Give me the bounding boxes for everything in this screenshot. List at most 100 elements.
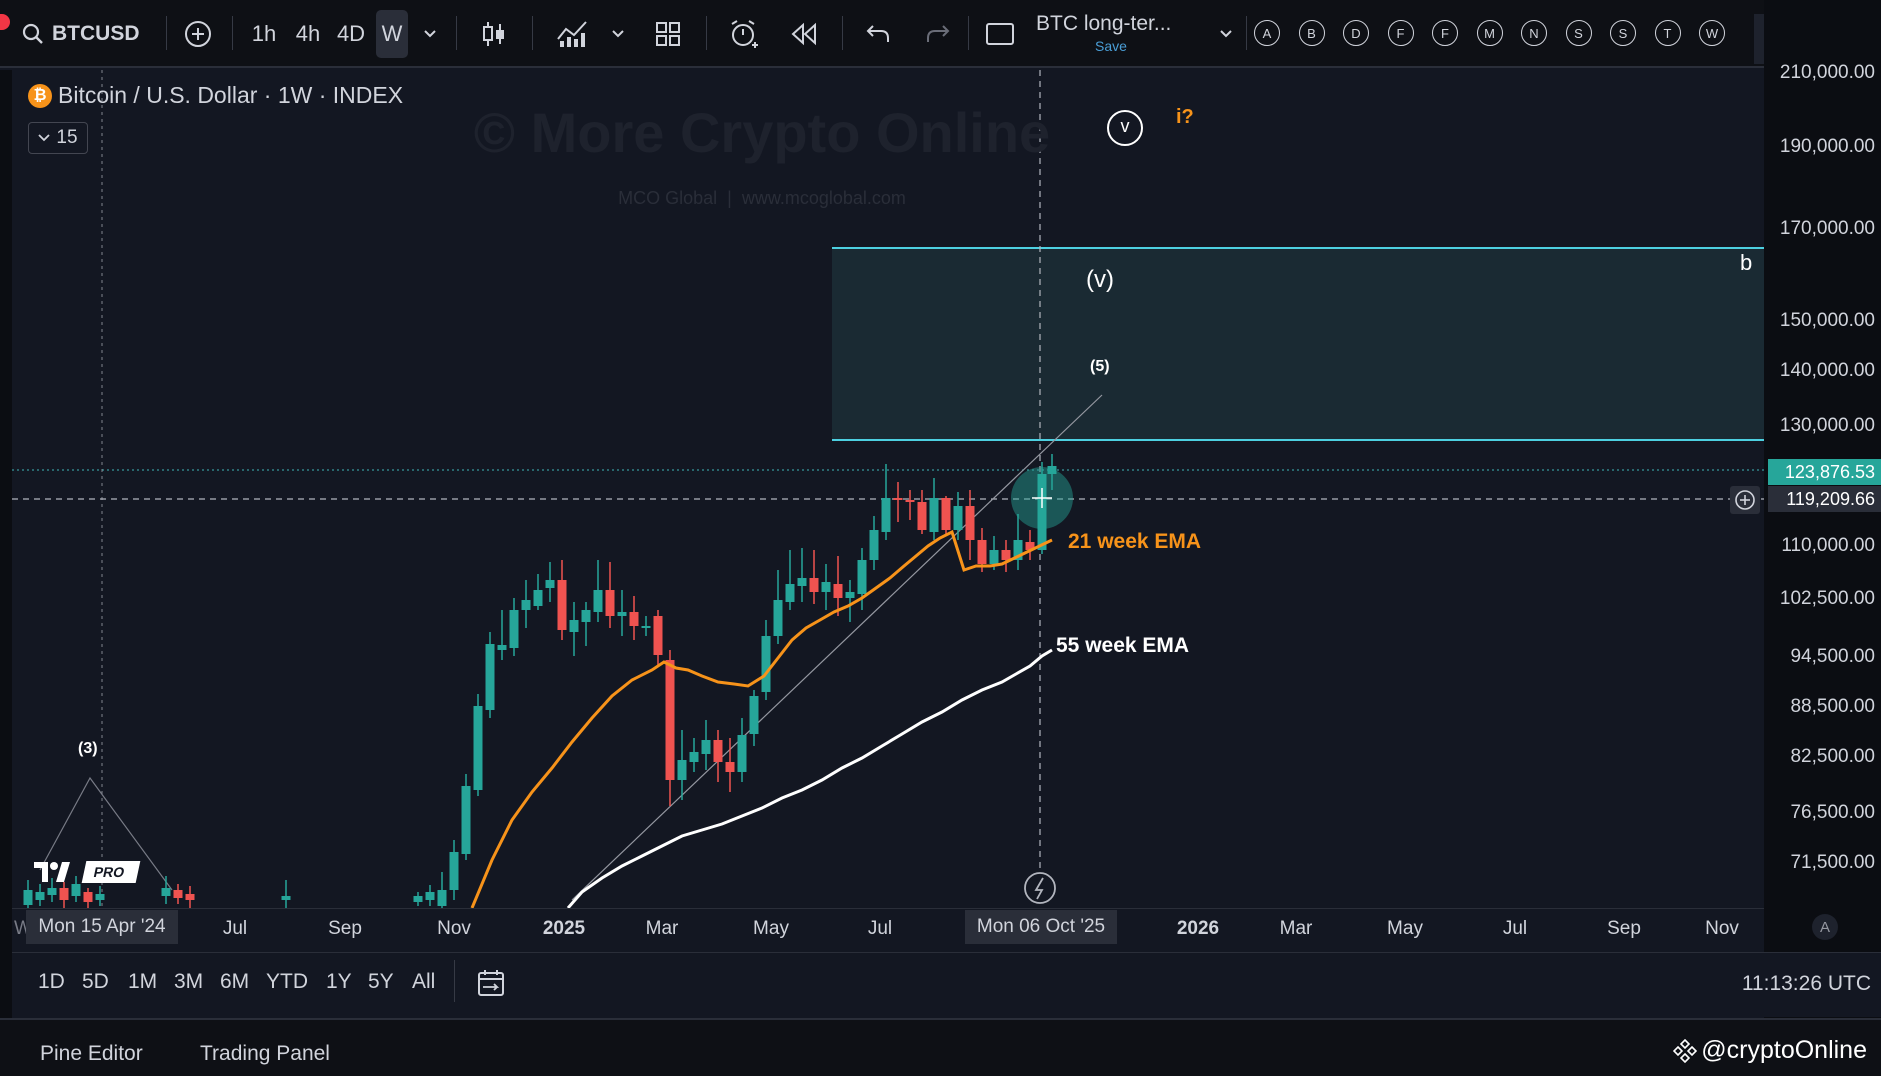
- candle-body[interactable]: [905, 500, 915, 502]
- layout-dropdown[interactable]: [1214, 14, 1238, 54]
- alphabet-shortcut-a[interactable]: A: [1254, 20, 1280, 46]
- range-button-6m[interactable]: 6M: [220, 970, 249, 994]
- candle-body[interactable]: [533, 590, 543, 606]
- layout-name-block[interactable]: BTC long-ter... Save: [1036, 12, 1186, 58]
- candle-body[interactable]: [917, 502, 927, 530]
- candle-body[interactable]: [509, 610, 519, 648]
- candle-body[interactable]: [677, 760, 687, 780]
- tab-trading-panel[interactable]: Trading Panel: [200, 1042, 330, 1066]
- range-button-5y[interactable]: 5Y: [368, 970, 394, 994]
- redo-button[interactable]: [920, 14, 956, 54]
- candle-body[interactable]: [485, 644, 495, 710]
- candle-body[interactable]: [761, 636, 771, 692]
- candle-body[interactable]: [521, 600, 531, 610]
- candle-body[interactable]: [773, 600, 783, 636]
- candle-body[interactable]: [857, 560, 867, 594]
- candle-body[interactable]: [665, 660, 675, 780]
- candle-body[interactable]: [449, 852, 459, 890]
- candle-body[interactable]: [653, 616, 663, 655]
- candle-body[interactable]: [833, 584, 843, 598]
- range-button-3m[interactable]: 3M: [174, 970, 203, 994]
- candle-body[interactable]: [713, 740, 723, 762]
- chart-pane[interactable]: © More Crypto Online MCO Global | www.mc…: [12, 70, 1764, 908]
- candle-body[interactable]: [629, 612, 639, 626]
- tradingview-pro-logo[interactable]: PRO: [32, 860, 141, 884]
- add-alert-at-price-button[interactable]: [1730, 486, 1760, 514]
- interval-dropdown[interactable]: [418, 14, 442, 54]
- chart-type-button[interactable]: [476, 14, 512, 54]
- interval-w[interactable]: W: [376, 10, 408, 58]
- candle-body[interactable]: [605, 590, 615, 616]
- candle-body[interactable]: [59, 888, 69, 900]
- trend-line[interactable]: [571, 394, 1103, 901]
- range-button-ytd[interactable]: YTD: [266, 970, 308, 994]
- candle-body[interactable]: [881, 498, 891, 532]
- indicators-collapse-button[interactable]: 15: [28, 122, 88, 154]
- alphabet-shortcut-m[interactable]: M: [1476, 20, 1503, 46]
- candle-body[interactable]: [461, 786, 471, 854]
- candle-body[interactable]: [989, 550, 999, 564]
- auto-scale-button[interactable]: A: [1812, 914, 1838, 940]
- candle-body[interactable]: [581, 610, 591, 622]
- candle-body[interactable]: [893, 498, 903, 500]
- alphabet-shortcut-s[interactable]: S: [1565, 20, 1592, 46]
- ema-21-label[interactable]: 21 week EMA: [1068, 530, 1201, 554]
- candle-body[interactable]: [35, 892, 45, 900]
- candle-body[interactable]: [185, 894, 195, 900]
- candle-body[interactable]: [689, 752, 699, 762]
- wave-3-label[interactable]: (3): [78, 740, 98, 758]
- range-button-5d[interactable]: 5D: [82, 970, 109, 994]
- compare-add-button[interactable]: [178, 14, 218, 54]
- alphabet-shortcut-f[interactable]: F: [1387, 20, 1414, 46]
- candle-body[interactable]: [47, 888, 57, 895]
- symbol-search[interactable]: BTCUSD: [22, 14, 152, 54]
- goto-date-button[interactable]: [474, 966, 508, 1000]
- candle-body[interactable]: [281, 896, 291, 900]
- candle-body[interactable]: [557, 580, 567, 630]
- candle-body[interactable]: [797, 578, 807, 586]
- undo-button[interactable]: [860, 14, 896, 54]
- range-button-1m[interactable]: 1M: [128, 970, 157, 994]
- replay-button[interactable]: [786, 14, 822, 54]
- candle-body[interactable]: [785, 584, 795, 602]
- candle-body[interactable]: [593, 590, 603, 612]
- candle-body[interactable]: [95, 894, 105, 900]
- candle-body[interactable]: [809, 578, 819, 592]
- ema-55-line[interactable]: [566, 648, 1053, 908]
- candle-body[interactable]: [941, 498, 951, 530]
- candle-body[interactable]: [545, 580, 555, 588]
- wave-v-paren-label[interactable]: (v): [1086, 266, 1114, 294]
- layout-select-button[interactable]: [980, 14, 1020, 54]
- candle-body[interactable]: [413, 896, 423, 902]
- candle-body[interactable]: [23, 890, 33, 905]
- interval-4h[interactable]: 4h: [288, 14, 328, 54]
- alphabet-shortcut-b[interactable]: B: [1298, 20, 1325, 46]
- target-zone-box[interactable]: [832, 248, 1764, 440]
- alphabet-shortcut-s[interactable]: S: [1610, 20, 1636, 46]
- range-button-1d[interactable]: 1D: [38, 970, 65, 994]
- candle-body[interactable]: [953, 506, 963, 530]
- candle-body[interactable]: [965, 506, 975, 540]
- candle-body[interactable]: [173, 890, 183, 898]
- candle-body[interactable]: [929, 498, 939, 532]
- candle-body[interactable]: [1001, 550, 1011, 560]
- candle-body[interactable]: [161, 888, 171, 896]
- utc-clock[interactable]: 11:13:26 UTC: [1742, 972, 1871, 996]
- candle-body[interactable]: [473, 706, 483, 790]
- alphabet-shortcut-t[interactable]: T: [1654, 20, 1681, 46]
- alphabet-shortcut-f[interactable]: F: [1432, 20, 1458, 46]
- interval-4d[interactable]: 4D: [331, 14, 371, 54]
- range-button-1y[interactable]: 1Y: [326, 970, 352, 994]
- wave-v-circled-label[interactable]: v: [1118, 116, 1132, 137]
- candle-body[interactable]: [425, 892, 435, 900]
- candle-body[interactable]: [845, 592, 855, 598]
- candle-body[interactable]: [821, 582, 831, 592]
- alphabet-shortcut-w[interactable]: W: [1699, 20, 1725, 46]
- layouts-button[interactable]: [650, 14, 686, 54]
- wave-5-label[interactable]: (5): [1090, 358, 1110, 376]
- indicators-dropdown[interactable]: [606, 14, 630, 54]
- tab-pine-editor[interactable]: Pine Editor: [40, 1042, 143, 1066]
- indicators-button[interactable]: [552, 14, 592, 54]
- candle-body[interactable]: [569, 620, 579, 632]
- candle-body[interactable]: [701, 740, 711, 754]
